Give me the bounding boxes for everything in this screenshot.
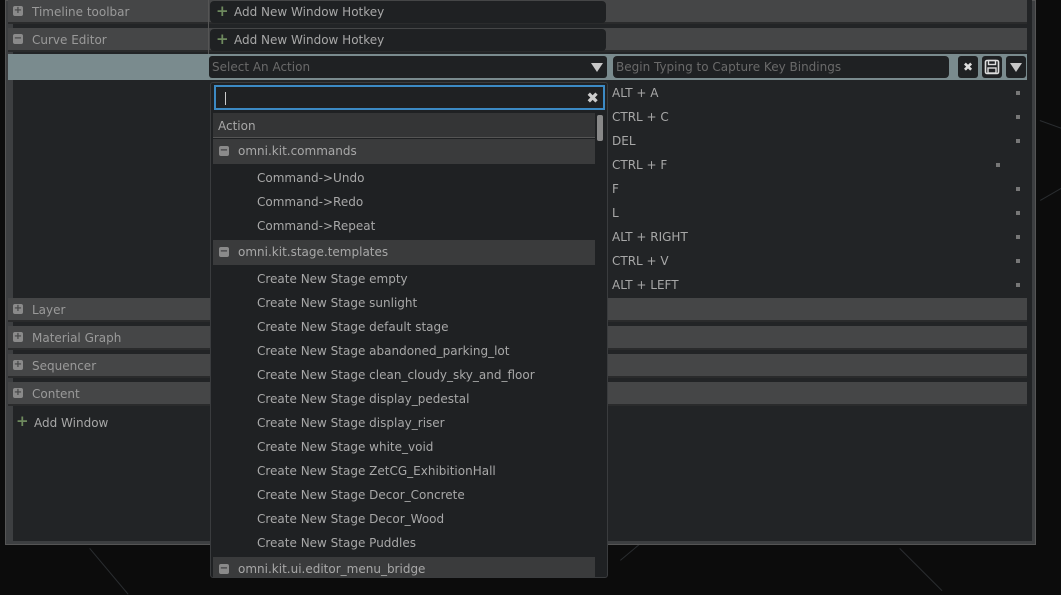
key-binding-label: CTRL + F <box>612 158 668 172</box>
key-binding-label: ALT + RIGHT <box>612 230 688 244</box>
action-select[interactable]: Select An Action <box>209 56 607 78</box>
row-handle-icon[interactable] <box>1016 235 1020 239</box>
action-item[interactable]: Create New Stage display_riser <box>257 416 445 430</box>
action-item[interactable]: Create New Stage abandoned_parking_lot <box>257 344 509 358</box>
add-hotkey-button[interactable]: + Add New Window Hotkey <box>210 1 606 23</box>
row-handle-icon[interactable] <box>996 163 1000 167</box>
row-handle-icon[interactable] <box>1016 211 1020 215</box>
row-handle-icon[interactable] <box>1016 187 1020 191</box>
save-icon[interactable] <box>982 56 1002 78</box>
plus-icon: + <box>216 30 229 48</box>
action-item[interactable]: Create New Stage default stage <box>257 320 449 334</box>
collapse-icon[interactable]: − <box>219 247 229 257</box>
plus-icon: + <box>16 412 29 430</box>
action-item[interactable]: Create New Stage Puddles <box>257 536 416 550</box>
action-group[interactable]: − omni.kit.ui.editor_menu_bridge <box>213 557 595 577</box>
action-column-header: Action <box>213 113 595 138</box>
key-binding-label: F <box>612 182 619 196</box>
key-binding-label: CTRL + C <box>612 110 669 124</box>
action-item[interactable]: Command->Redo <box>257 195 363 209</box>
add-window-button[interactable]: + Add Window <box>16 414 108 432</box>
expand-icon[interactable]: + <box>13 304 23 314</box>
action-item[interactable]: Create New Stage ZetCG_ExhibitionHall <box>257 464 496 478</box>
action-item[interactable]: Command->Repeat <box>257 219 375 233</box>
expand-icon[interactable]: + <box>13 360 23 370</box>
scrollbar[interactable] <box>597 115 603 141</box>
row-handle-icon[interactable] <box>1016 139 1020 143</box>
add-hotkey-button[interactable]: + Add New Window Hotkey <box>210 29 606 51</box>
action-item[interactable]: Create New Stage Decor_Concrete <box>257 488 465 502</box>
clear-icon[interactable]: ✖ <box>958 56 978 78</box>
row-handle-icon[interactable] <box>1016 91 1020 95</box>
row-handle-icon[interactable] <box>1016 259 1020 263</box>
key-binding-label: L <box>612 206 619 220</box>
collapse-icon[interactable]: − <box>13 34 23 44</box>
key-binding-label: ALT + A <box>612 86 659 100</box>
expand-icon[interactable]: + <box>13 332 23 342</box>
action-group[interactable]: − omni.kit.commands <box>213 139 595 164</box>
action-item[interactable]: Create New Stage clean_cloudy_sky_and_fl… <box>257 368 535 382</box>
expand-icon[interactable]: + <box>13 388 23 398</box>
action-group[interactable]: − omni.kit.stage.templates <box>213 240 595 265</box>
dropdown-icon[interactable] <box>1006 56 1026 78</box>
expand-icon[interactable]: + <box>13 6 23 16</box>
action-item[interactable]: Create New Stage display_pedestal <box>257 392 469 406</box>
action-dropdown-popup: ✖ Action − omni.kit.commands Command->Undo… <box>210 82 608 578</box>
collapse-icon[interactable]: − <box>219 564 229 574</box>
chevron-down-icon <box>591 63 603 72</box>
collapse-icon[interactable]: − <box>219 146 229 156</box>
key-binding-label: CTRL + V <box>612 254 669 268</box>
key-binding-label: DEL <box>612 134 636 148</box>
clear-search-icon[interactable]: ✖ <box>586 89 599 107</box>
key-capture-input[interactable]: Begin Typing to Capture Key Bindings <box>613 56 949 78</box>
action-item[interactable]: Create New Stage Decor_Wood <box>257 512 444 526</box>
action-search-input[interactable]: ✖ <box>214 85 605 110</box>
row-handle-icon[interactable] <box>1016 115 1020 119</box>
row-handle-icon[interactable] <box>1016 283 1020 287</box>
action-item[interactable]: Create New Stage sunlight <box>257 296 417 310</box>
plus-icon: + <box>216 2 229 20</box>
action-item[interactable]: Create New Stage white_void <box>257 440 433 454</box>
action-item[interactable]: Command->Undo <box>257 171 364 185</box>
key-binding-label: ALT + LEFT <box>612 278 679 292</box>
action-item[interactable]: Create New Stage empty <box>257 272 408 286</box>
